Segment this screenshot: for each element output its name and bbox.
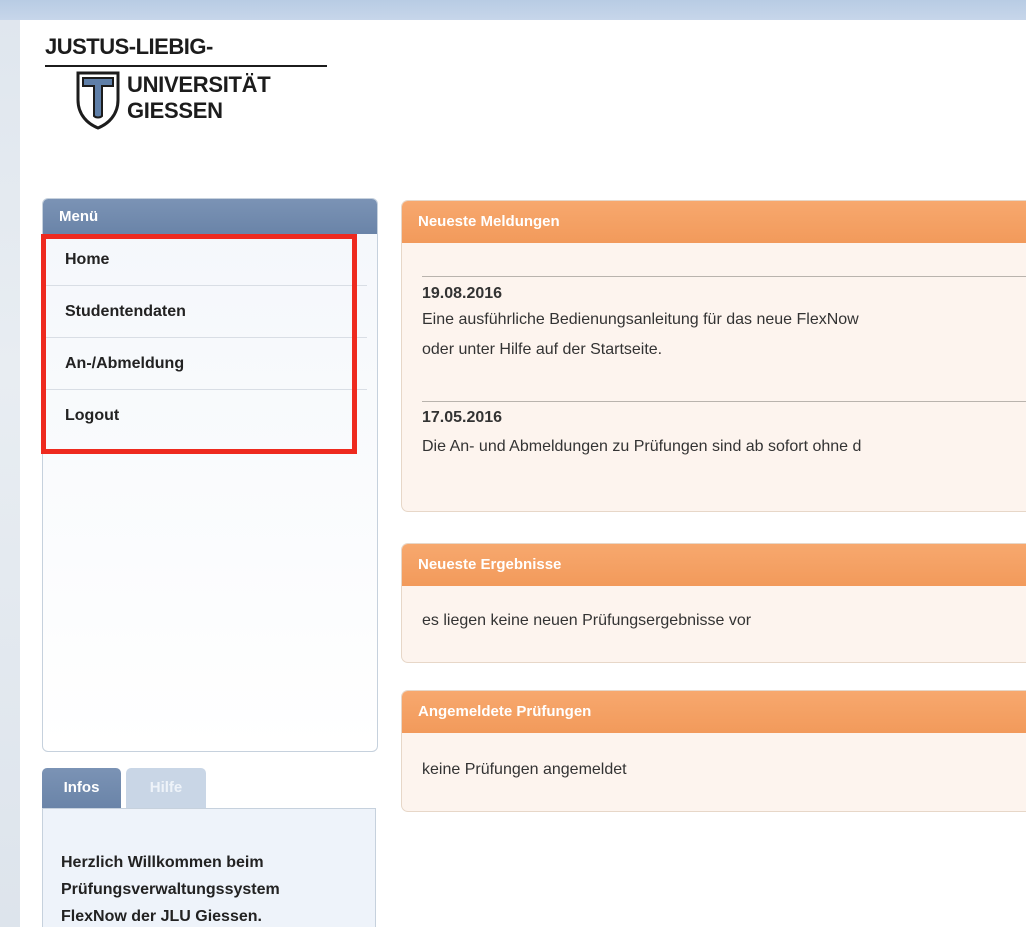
tab-infos[interactable]: Infos (42, 768, 121, 808)
browser-top-strip (0, 0, 1026, 20)
welcome-line2: Prüfungsverwaltungssystem (61, 881, 280, 898)
logo-text-line3: GIESSEN (127, 98, 223, 123)
welcome-text: Herzlich Willkommen beim Prüfungsverwalt… (61, 849, 371, 927)
results-text: es liegen keine neuen Prüfungsergebnisse… (422, 612, 752, 629)
news-text: oder unter Hilfe auf der Startseite. (422, 341, 663, 358)
info-tabs: Infos Hilfe (42, 768, 376, 808)
news-text: Die An- und Abmeldungen zu Prüfungen sin… (422, 438, 862, 455)
results-panel-title: Neueste Ergebnisse (402, 544, 1026, 586)
jlu-t-shield-logo-icon (76, 71, 120, 130)
news-divider (422, 276, 1026, 277)
logo-text-line1: JUSTUS-LIEBIG- (45, 34, 213, 59)
menu-title: Menü (43, 199, 377, 234)
results-panel: Neueste Ergebnisse es liegen keine neuen… (401, 543, 1026, 663)
registered-exams-panel: Angemeldete Prüfungen keine Prüfungen an… (401, 690, 1026, 812)
news-panel: Neueste Meldungen 19.08.2016 Eine ausfüh… (401, 200, 1026, 512)
page: JUSTUS-LIEBIG- UNIVERSITÄT GIESSEN Menü … (20, 20, 1026, 927)
news-date: 19.08.2016 (422, 285, 503, 302)
university-logo[interactable]: JUSTUS-LIEBIG- UNIVERSITÄT GIESSEN (45, 34, 345, 144)
welcome-line1: Herzlich Willkommen beim (61, 854, 264, 871)
news-panel-title: Neueste Meldungen (402, 201, 1026, 243)
registered-exams-text: keine Prüfungen angemeldet (422, 761, 627, 778)
logo-rule (45, 65, 327, 67)
info-box: Infos Hilfe Herzlich Willkommen beim Prü… (42, 768, 376, 927)
menu-highlight-box (41, 234, 357, 454)
news-text: Eine ausführliche Bedienungsanleitung fü… (422, 311, 859, 328)
registered-exams-title: Angemeldete Prüfungen (402, 691, 1026, 733)
logo-text-line2: UNIVERSITÄT (127, 72, 271, 97)
news-date: 17.05.2016 (422, 409, 503, 426)
tab-hilfe[interactable]: Hilfe (126, 768, 206, 808)
news-divider (422, 401, 1026, 402)
info-panel: Herzlich Willkommen beim Prüfungsverwalt… (42, 808, 376, 927)
welcome-line3: FlexNow der JLU Giessen. (61, 908, 262, 925)
